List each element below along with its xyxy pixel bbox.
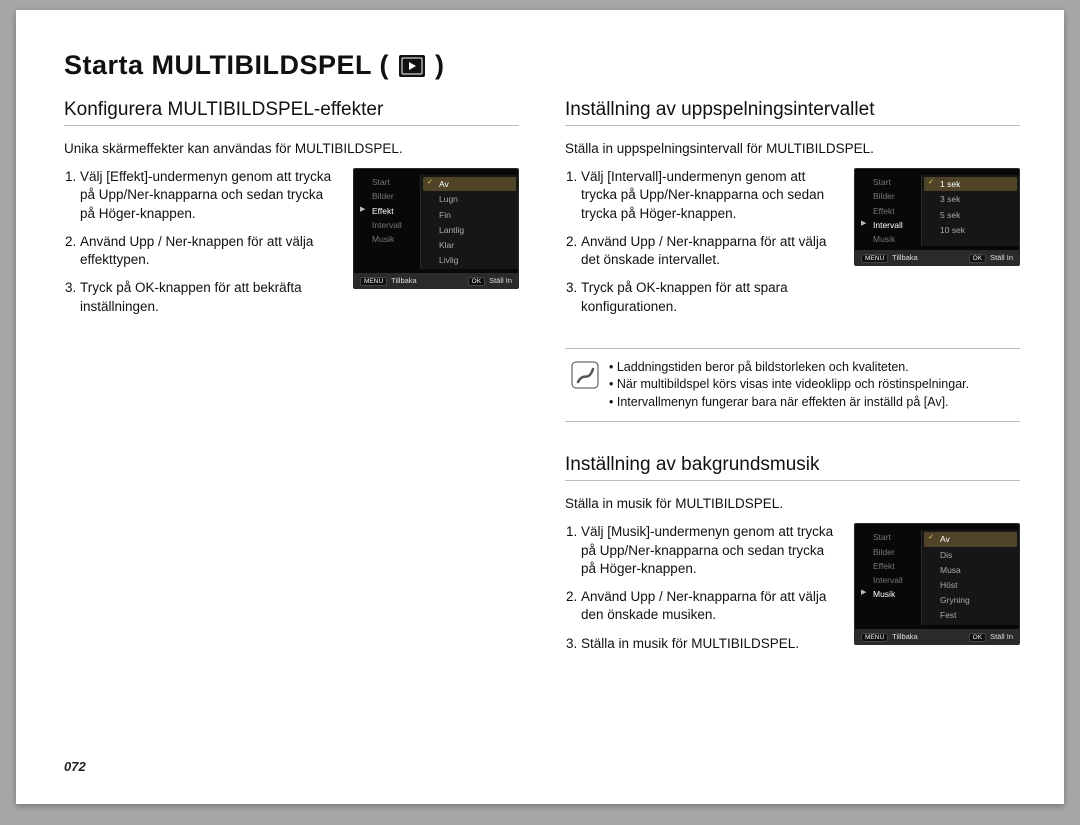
lcd-menu-item: Bilder	[358, 189, 416, 203]
step: Tryck på OK-knappen för att bekräfta ins…	[80, 279, 339, 315]
lcd-bottom-bar: MENUTillbaka OKStäll In	[354, 273, 518, 288]
title-suffix: )	[435, 50, 445, 81]
step: Använd Upp / Ner-knapparna för att välja…	[581, 233, 840, 269]
lcd-option: Av	[423, 177, 516, 191]
lcd-option: Höst	[924, 578, 1017, 592]
page-title: Starta MULTIBILDSPEL ( )	[64, 50, 1020, 81]
ok-key-icon: OK	[468, 277, 485, 286]
chevron-right-icon: ▶	[861, 589, 866, 597]
note-item: Intervallmenyn fungerar bara när effekte…	[609, 394, 969, 412]
lcd-menu-item: Musik	[859, 232, 917, 246]
lcd-option: Klar	[423, 238, 516, 252]
lcd-bottom-bar: MENUTillbaka OKStäll In	[855, 250, 1019, 265]
lcd-menu-item: Effekt	[859, 204, 917, 218]
note-list: Laddningstiden beror på bildstorleken oc…	[609, 359, 969, 412]
lcd-option: Lugn	[423, 192, 516, 206]
lcd-menu-item: Intervall	[859, 573, 917, 587]
lcd-option: Livlig	[423, 253, 516, 267]
note-item: Laddningstiden beror på bildstorleken oc…	[609, 359, 969, 377]
heading-interval: Inställning av uppspelningsintervallet	[565, 99, 1020, 126]
lcd-menu-item: Bilder	[859, 189, 917, 203]
lcd-option: Gryning	[924, 593, 1017, 607]
step: Välj [Intervall]-undermenyn genom att tr…	[581, 168, 840, 223]
menu-key-icon: MENU	[360, 277, 387, 286]
manual-page: Starta MULTIBILDSPEL ( ) Konfigurera MUL…	[16, 10, 1064, 804]
lcd-menu-item: ▶Intervall	[859, 218, 917, 232]
lcd-menu-item: Effekt	[859, 559, 917, 573]
step: Välj [Musik]-undermenyn genom att trycka…	[581, 523, 840, 578]
step: Använd Upp / Ner-knappen för att välja e…	[80, 233, 339, 269]
section-interval: Inställning av uppspelningsintervallet S…	[565, 99, 1020, 422]
steps-effects: Välj [Effekt]-undermenyn genom att tryck…	[64, 168, 339, 326]
ok-key-icon: OK	[969, 633, 986, 642]
steps-interval: Välj [Intervall]-undermenyn genom att tr…	[565, 168, 840, 326]
intro-music: Ställa in musik för MULTIBILDSPEL.	[565, 495, 1020, 513]
title-prefix: Starta MULTIBILDSPEL (	[64, 50, 389, 81]
lcd-option: 10 sek	[924, 223, 1017, 237]
lcd-menu-item: Start	[859, 530, 917, 544]
ok-key-icon: OK	[969, 254, 986, 263]
lcd-menu-item: Bilder	[859, 545, 917, 559]
lcd-option: Lantlig	[423, 223, 516, 237]
lcd-option: Av	[924, 532, 1017, 546]
step: Använd Upp / Ner-knapparna för att välja…	[581, 588, 840, 624]
steps-music: Välj [Musik]-undermenyn genom att trycka…	[565, 523, 840, 662]
lcd-option: Dis	[924, 548, 1017, 562]
note-item: När multibildspel körs visas inte videok…	[609, 376, 969, 394]
lcd-menu-item: Musik	[358, 232, 416, 246]
heading-music: Inställning av bakgrundsmusik	[565, 454, 1020, 481]
chevron-right-icon: ▶	[861, 220, 866, 228]
page-number: 072	[64, 759, 86, 774]
lcd-option: Fest	[924, 608, 1017, 622]
lcd-option: Musa	[924, 563, 1017, 577]
lcd-screenshot-effects: Start Bilder ▶Effekt Intervall Musik Av …	[353, 168, 519, 289]
lcd-option: Fin	[423, 208, 516, 222]
lcd-menu-item: Start	[859, 175, 917, 189]
lcd-option: 3 sek	[924, 192, 1017, 206]
heading-effects: Konfigurera MULTIBILDSPEL-effekter	[64, 99, 519, 126]
intro-interval: Ställa in uppspelningsintervall för MULT…	[565, 140, 1020, 158]
section-effects: Konfigurera MULTIBILDSPEL-effekter Unika…	[64, 91, 519, 663]
playback-icon	[399, 55, 425, 77]
lcd-screenshot-music: Start Bilder Effekt Intervall ▶Musik Av …	[854, 523, 1020, 644]
menu-key-icon: MENU	[861, 254, 888, 263]
chevron-right-icon: ▶	[360, 206, 365, 214]
lcd-menu-item: ▶Musik	[859, 587, 917, 601]
section-music: Inställning av bakgrundsmusik Ställa in …	[565, 454, 1020, 663]
step: Ställa in musik för MULTIBILDSPEL.	[581, 635, 840, 653]
lcd-screenshot-interval: Start Bilder Effekt ▶Intervall Musik 1 s…	[854, 168, 1020, 266]
note-icon	[571, 361, 599, 389]
lcd-menu-item: Intervall	[358, 218, 416, 232]
lcd-option: 1 sek	[924, 177, 1017, 191]
intro-effects: Unika skärmeffekter kan användas för MUL…	[64, 140, 519, 158]
step: Tryck på OK-knappen för att spara konfig…	[581, 279, 840, 315]
step: Välj [Effekt]-undermenyn genom att tryck…	[80, 168, 339, 223]
lcd-menu-item: Start	[358, 175, 416, 189]
lcd-menu-item: ▶Effekt	[358, 204, 416, 218]
note-box: Laddningstiden beror på bildstorleken oc…	[565, 348, 1020, 423]
menu-key-icon: MENU	[861, 633, 888, 642]
lcd-option: 5 sek	[924, 208, 1017, 222]
lcd-bottom-bar: MENUTillbaka OKStäll In	[855, 629, 1019, 644]
